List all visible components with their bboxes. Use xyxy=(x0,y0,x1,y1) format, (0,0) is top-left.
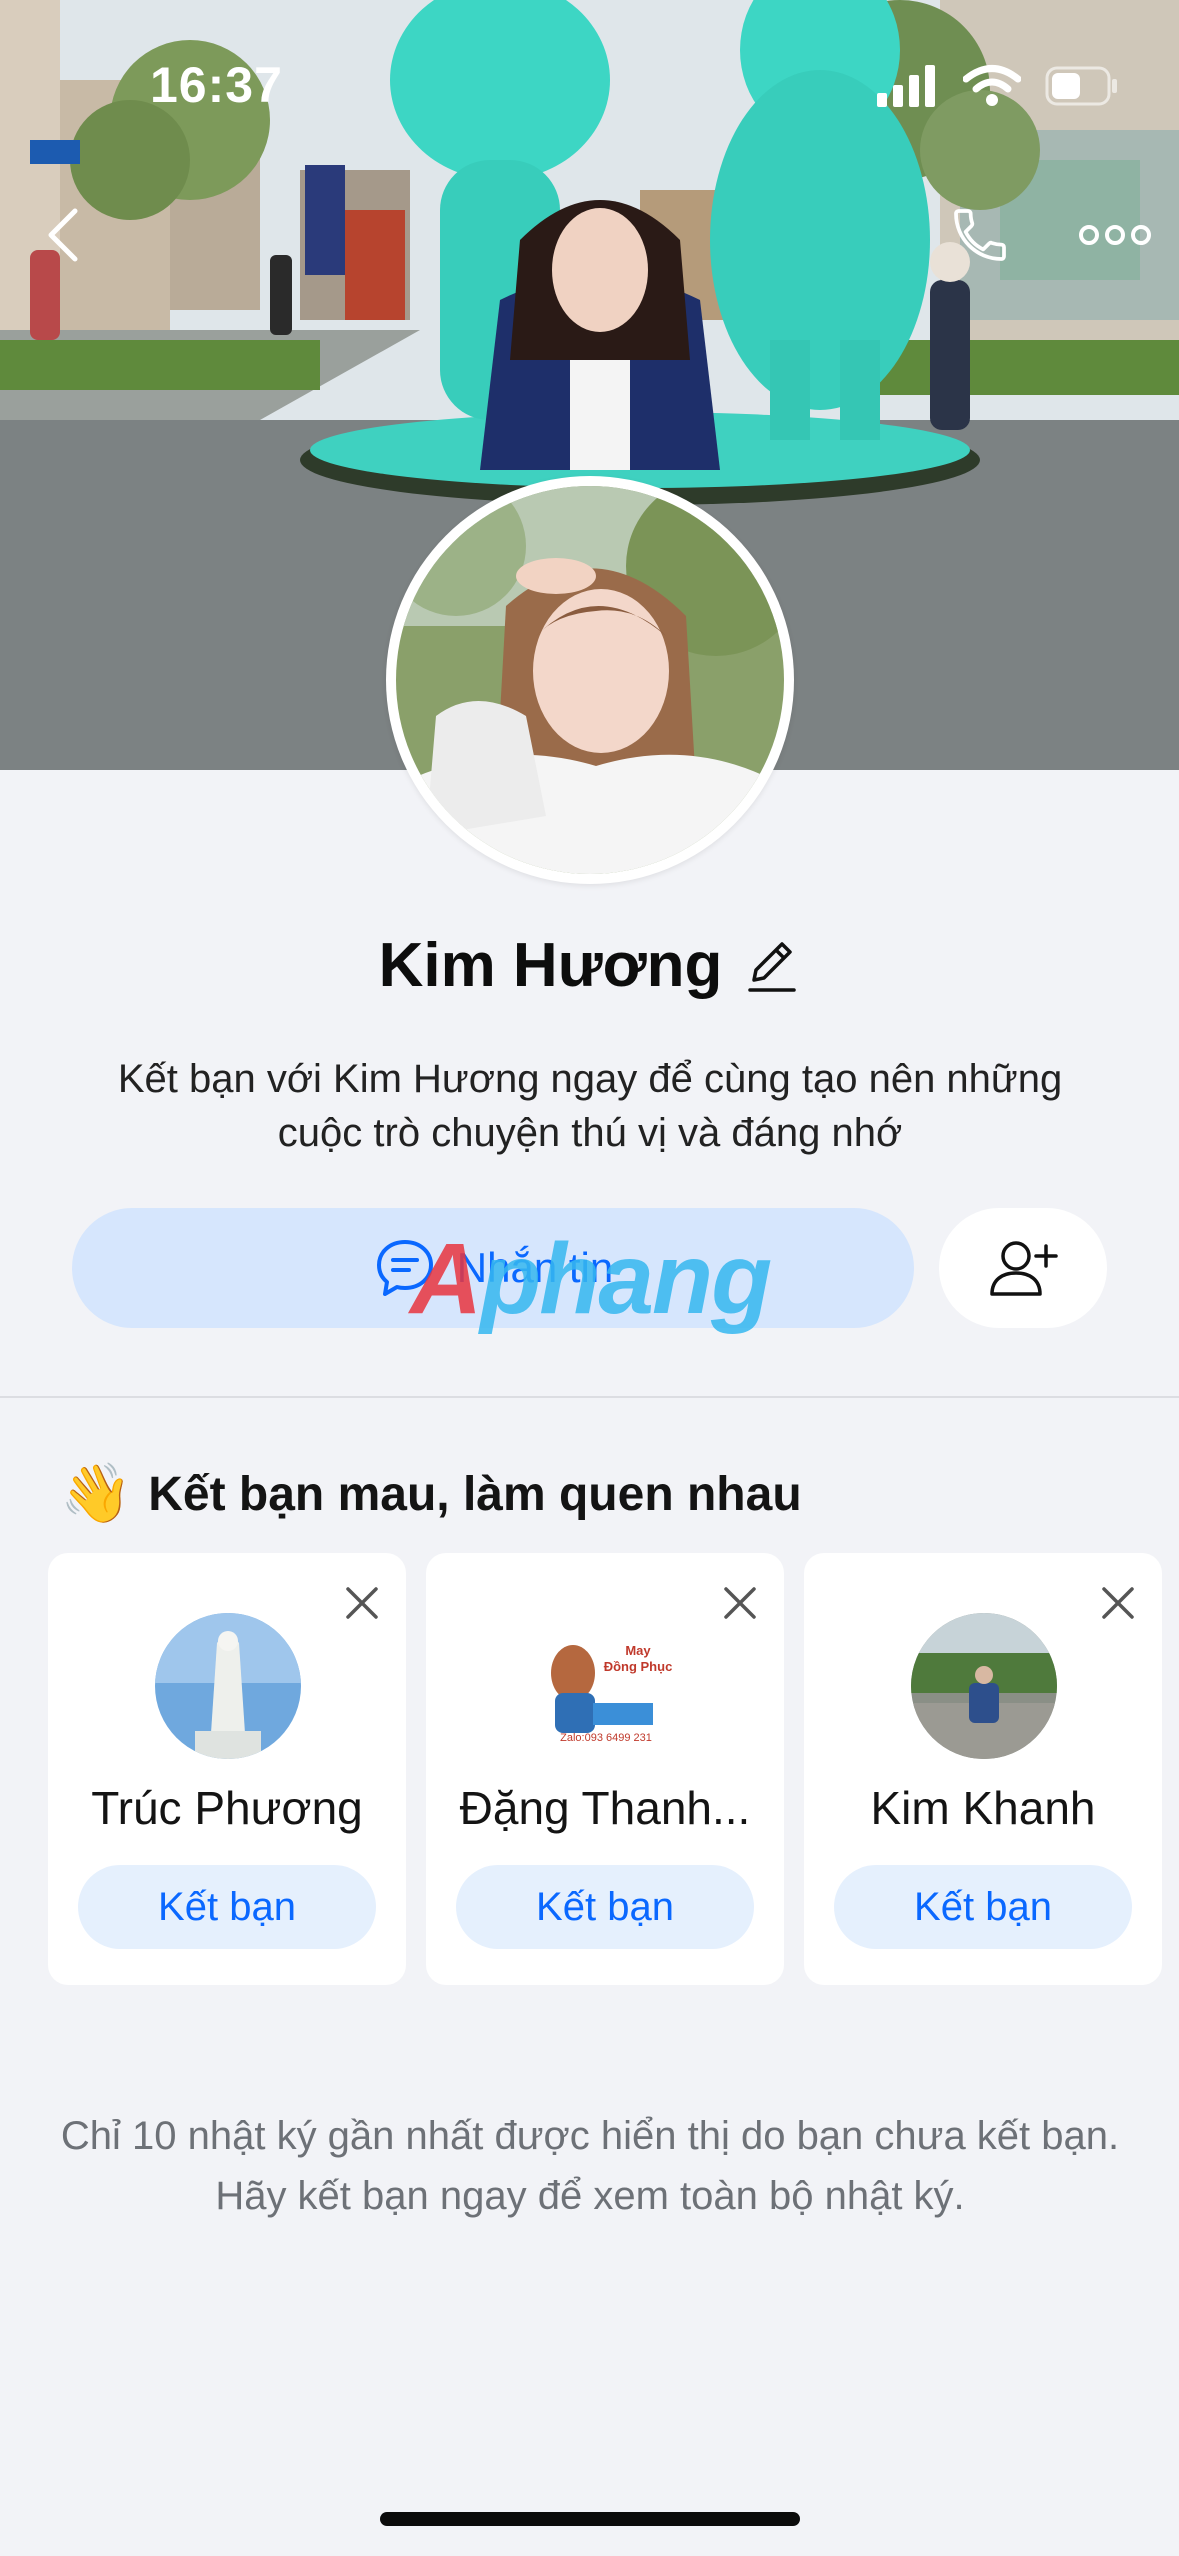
cellular-signal-icon xyxy=(877,65,935,107)
close-icon[interactable] xyxy=(1096,1581,1140,1625)
battery-icon xyxy=(1045,66,1117,106)
suggestion-card[interactable]: Trúc Phương Kết bạn xyxy=(48,1553,406,1985)
logo-text-line2: Đồng Phục xyxy=(604,1659,673,1674)
home-indicator[interactable] xyxy=(380,2512,800,2526)
add-friend-card-button[interactable]: Kết bạn xyxy=(78,1865,376,1949)
wifi-icon xyxy=(963,65,1021,106)
profile-name: Kim Hương xyxy=(378,931,723,1000)
avatar-photo xyxy=(396,486,784,874)
close-icon[interactable] xyxy=(718,1581,762,1625)
avatar[interactable] xyxy=(155,1613,301,1759)
profile-avatar[interactable] xyxy=(386,476,794,884)
profile-name-row: Kim Hương xyxy=(0,930,1179,1001)
suggestion-card[interactable]: May Đồng Phục Zalo:093 6499 231 Đặng Tha… xyxy=(426,1553,784,1985)
card-name: Trúc Phương xyxy=(91,1782,363,1834)
waving-hand-icon: 👋 xyxy=(60,1461,133,1526)
add-friend-card-button[interactable]: Kết bạn xyxy=(834,1865,1132,1949)
suggestions-title: Kết bạn mau, làm quen nhau xyxy=(148,1467,802,1521)
message-button[interactable]: Nhắn tin xyxy=(72,1208,914,1328)
call-button[interactable] xyxy=(935,190,1025,280)
more-button[interactable] xyxy=(1070,190,1160,280)
diary-notice: Chỉ 10 nhật ký gần nhất được hiển thị do… xyxy=(60,2114,1120,2218)
phone-icon xyxy=(954,209,1006,261)
card-name: Kim Khanh xyxy=(870,1782,1096,1834)
avatar[interactable]: May Đồng Phục Zalo:093 6499 231 xyxy=(533,1613,679,1759)
card-name: Đặng Thanh... xyxy=(459,1782,751,1834)
logo-text-line1: May xyxy=(625,1643,651,1658)
close-icon[interactable] xyxy=(340,1581,384,1625)
suggestion-cards: Trúc Phương Kết bạn May Đồng Phục Zalo:0… xyxy=(48,1553,1162,1985)
add-friend-button[interactable] xyxy=(939,1208,1107,1328)
add-user-icon xyxy=(990,1241,1058,1296)
chevron-left-icon xyxy=(48,208,78,262)
status-time: 16:37 xyxy=(150,57,283,113)
add-friend-card-button[interactable]: Kết bạn xyxy=(456,1865,754,1949)
suggestion-card[interactable]: Kim Khanh Kết bạn xyxy=(804,1553,1162,1985)
status-icons xyxy=(877,64,1119,108)
pencil-icon[interactable] xyxy=(744,936,800,996)
chat-bubble-icon xyxy=(376,1240,433,1296)
logo-text-line3: Zalo:093 6499 231 xyxy=(560,1732,652,1744)
avatar[interactable] xyxy=(911,1613,1057,1759)
profile-description: Kết bạn với Kim Hương ngay để cùng tạo n… xyxy=(117,1057,1063,1155)
back-button[interactable] xyxy=(18,190,108,280)
section-divider xyxy=(0,1396,1179,1398)
message-label: Nhắn tin xyxy=(456,1244,614,1291)
suggestions-header: 👋 Kết bạn mau, làm quen nhau xyxy=(60,1460,802,1528)
more-horizontal-icon xyxy=(1079,225,1151,245)
